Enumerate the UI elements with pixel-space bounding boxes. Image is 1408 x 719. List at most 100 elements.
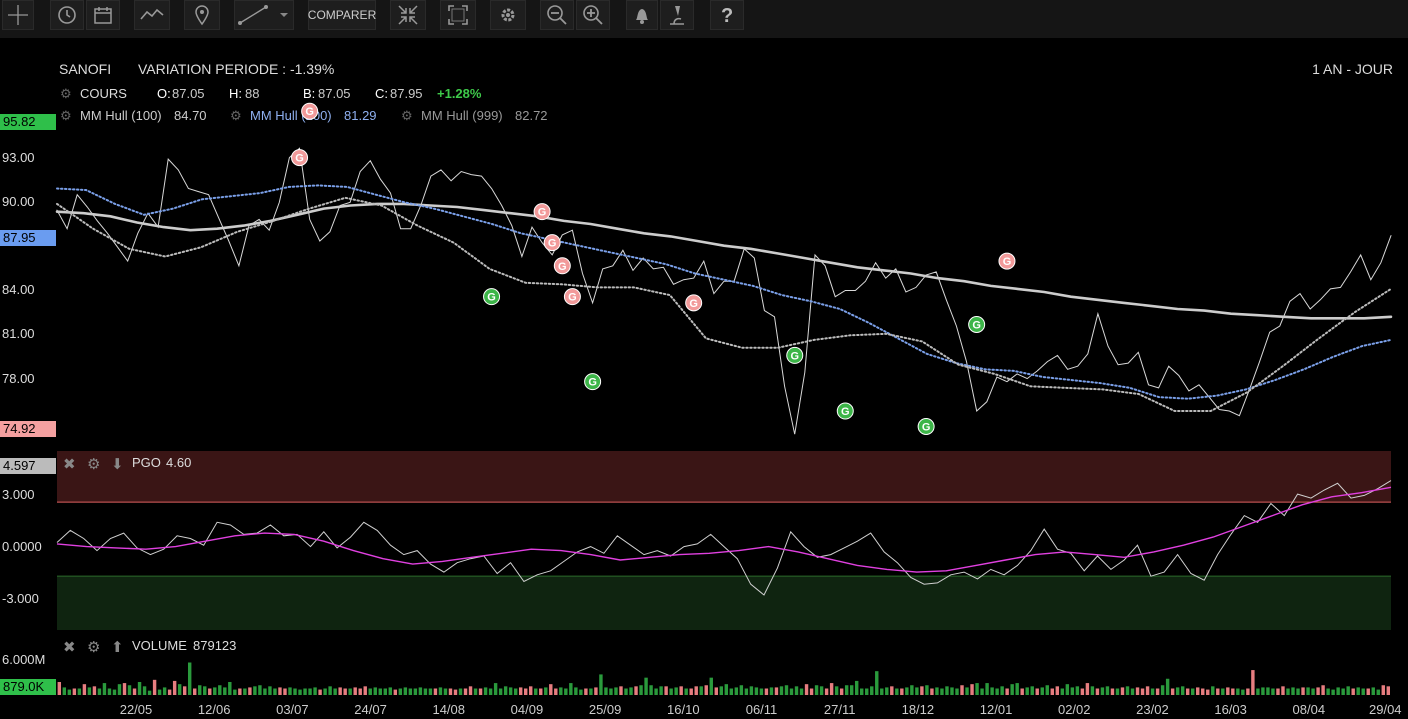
volume-bar-251 [1316,687,1320,695]
pgo-settings-icon[interactable]: ⚙ [87,455,100,473]
volume-bar-36 [238,688,242,695]
volume-bar-204 [1080,688,1085,695]
volume-bar-262 [1371,687,1375,695]
volume-bar-207 [1095,688,1100,695]
volume-bar-78 [448,688,453,695]
x-tick-label-14: 16/03 [1214,702,1247,717]
volume-bar-152 [819,686,824,695]
volume-bar-109 [604,687,608,695]
volume-bar-22 [167,689,172,695]
volume-bar-257 [1346,686,1350,695]
volume-bar-157 [844,685,849,695]
volume-bar-35 [233,689,237,695]
volume-bar-92 [518,687,523,695]
volume-bar-54 [328,686,332,695]
volume-bar-138 [749,686,754,695]
volume-bar-163 [875,671,879,695]
volume-bar-57 [343,688,347,695]
volume-bar-46 [288,687,292,695]
volume-close-icon[interactable]: ✖ [63,638,76,656]
volume-bar-125 [684,688,688,695]
volume-bar-208 [1100,687,1105,695]
pgo-close-icon[interactable]: ✖ [63,455,76,473]
volume-bar-121 [664,686,668,695]
volume-bar-81 [463,688,468,695]
volume-bar-185 [985,683,989,695]
x-tick-label-10: 18/12 [901,702,935,717]
signal-marker-label-5: G [558,261,567,273]
volume-bar-2 [67,689,72,695]
volume-bar-12 [117,684,122,695]
volume-bar-10 [107,688,112,695]
volume-bar-236 [1241,689,1245,695]
pgo-value-badge: 4.597 [0,458,56,474]
volume-move-up-icon[interactable]: ⬆ [111,638,124,656]
volume-bar-196 [1040,687,1044,695]
volume-bar-134 [729,688,734,695]
volume-bar-176 [940,688,944,695]
volume-bar-261 [1366,688,1370,695]
chart-canvas[interactable]: GGGGGGGGGGGGGG [0,0,1408,719]
signal-marker-label-3: G [538,207,547,219]
volume-bar-55 [333,688,337,695]
volume-bar-7 [92,686,97,695]
volume-bar-240 [1261,687,1265,695]
volume-bar-211 [1115,688,1120,695]
volume-bar-146 [789,688,794,695]
volume-bar-135 [734,687,739,695]
volume-settings-icon[interactable]: ⚙ [87,638,100,656]
volume-bar-149 [804,684,809,695]
x-tick-label-6: 25/09 [588,702,622,717]
volume-bar-222 [1170,688,1175,695]
signal-marker-label-12: G [972,319,981,331]
volume-bar-130 [709,677,713,695]
volume-bar-70 [408,688,413,695]
volume-bar-217 [1145,686,1150,695]
volume-bar-118 [649,685,653,695]
volume-bar-71 [413,688,418,695]
volume-bar-123 [674,687,678,695]
volume-bar-65 [383,688,387,695]
pgo-move-down-icon[interactable]: ⬇ [111,455,124,473]
volume-bar-50 [308,688,312,695]
volume-bar-87 [493,683,498,695]
volume-bar-179 [955,688,959,695]
volume-bar-154 [829,683,834,695]
volume-bar-201 [1065,684,1070,695]
signal-marker-label-7: G [588,377,597,389]
volume-bar-103 [574,687,578,695]
volume-bar-248 [1301,687,1305,695]
volume-bar-56 [338,687,342,695]
volume-bar-89 [503,686,508,695]
volume-bar-255 [1336,687,1340,695]
volume-bar-97 [544,687,548,695]
volume-bar-189 [1005,688,1009,695]
volume-bar-132 [719,686,723,695]
volume-bar-23 [172,680,177,695]
volume-bar-16 [137,682,142,695]
volume-bar-72 [418,687,423,695]
x-tick-label-8: 06/11 [745,702,778,717]
x-tick-label-15: 08/04 [1292,702,1326,717]
volume-bar-4 [77,688,82,695]
volume-bar-247 [1296,688,1300,695]
volume-bar-52 [318,689,322,695]
volume-bar-95 [534,688,538,695]
volume-bar-107 [594,687,598,695]
volume-bar-141 [764,688,769,695]
volume-bar-209 [1105,686,1110,695]
volume-bar-187 [995,688,999,695]
volume-bar-164 [880,688,884,695]
volume-bar-126 [689,688,693,695]
volume-bar-90 [508,687,513,695]
x-tick-label-4: 14/08 [432,702,466,717]
volume-bar-117 [644,677,648,695]
volume-bar-99 [554,688,558,695]
volume-bar-128 [699,686,703,695]
hull200-line [56,184,1392,400]
volume-bar-133 [724,684,729,695]
volume-bar-224 [1180,686,1185,695]
volume-bar-29 [203,686,207,695]
volume-value: 879123 [193,638,237,653]
volume-bar-221 [1165,678,1170,695]
